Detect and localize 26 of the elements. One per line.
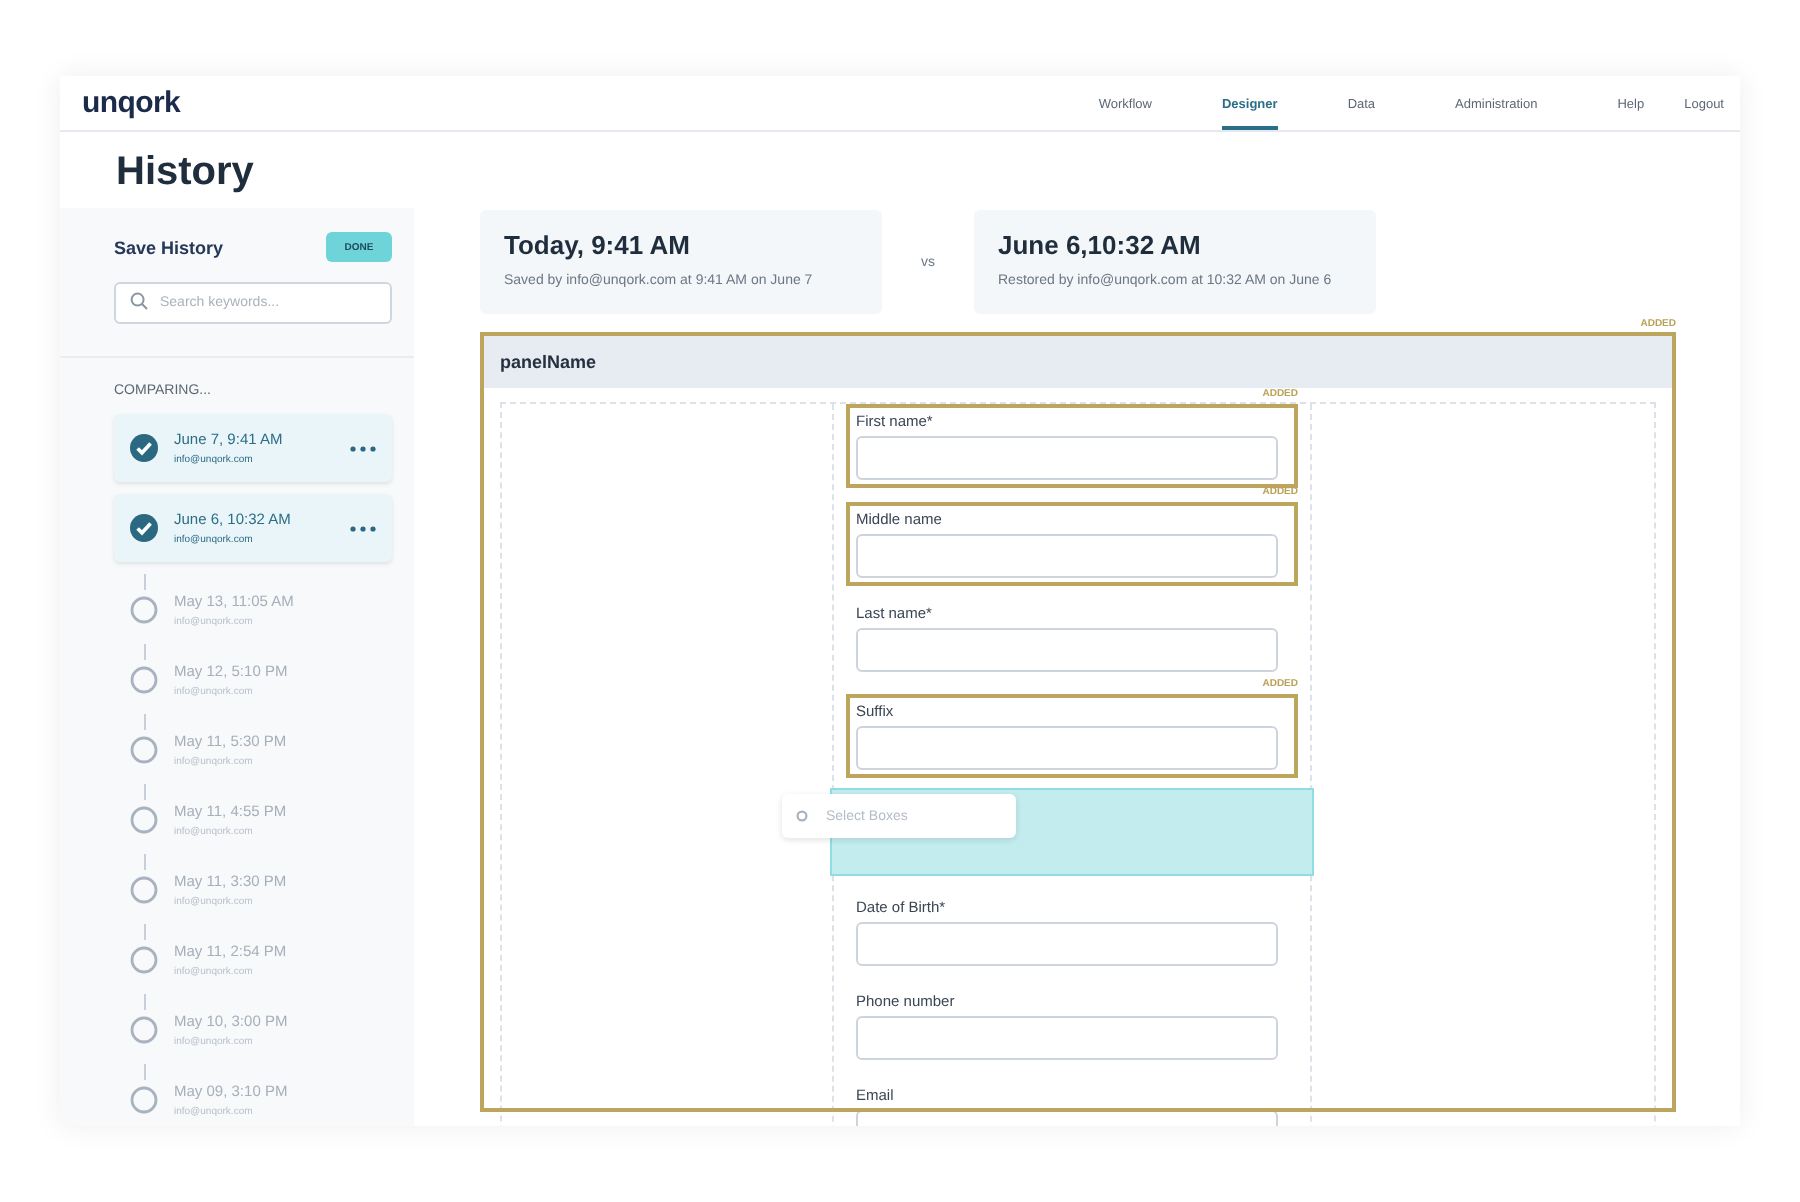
input-field[interactable] [856,922,1278,966]
radio-circle-icon[interactable] [130,595,158,623]
input-field[interactable] [856,628,1278,672]
radio-circle-icon[interactable] [130,805,158,833]
radio-circle-icon[interactable] [130,665,158,693]
more-icon[interactable] [350,445,376,451]
checkmark-icon [130,434,158,462]
input-field[interactable] [856,436,1278,480]
radio-circle-icon[interactable] [130,875,158,903]
checkmark-icon [130,514,158,542]
input-field[interactable] [856,1016,1278,1060]
panel-header: panelName [484,336,1672,388]
version-title: June 6,10:32 AM [998,230,1203,260]
version-title: Today, 9:41 AM [504,230,692,260]
page-title: History [114,148,256,198]
input-field[interactable] [856,534,1278,578]
radio-circle-icon[interactable] [130,1015,158,1043]
more-icon[interactable] [350,525,376,531]
search-icon [130,292,148,310]
radio-circle-icon [796,810,808,822]
input-field[interactable] [856,726,1278,770]
radio-circle-icon[interactable] [130,735,158,763]
sidebar-title: Save History [114,237,224,257]
logo: unqork [82,86,181,120]
radio-circle-icon[interactable] [130,1085,158,1113]
radio-circle-icon[interactable] [130,945,158,973]
